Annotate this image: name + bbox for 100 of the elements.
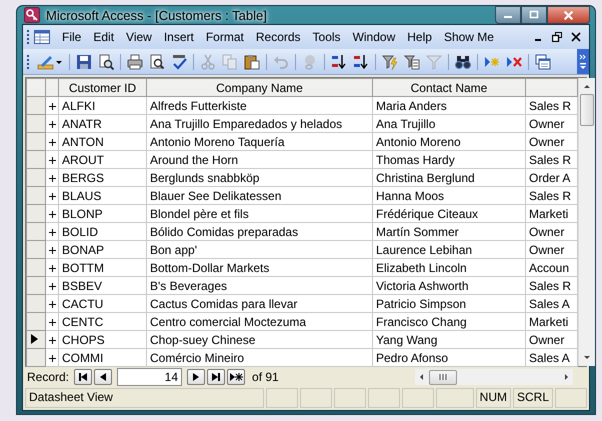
table-cell: Christina Berglund [372,168,526,186]
sort-descending-icon[interactable] [353,54,369,70]
expand-icon[interactable] [49,318,56,326]
status-pane [402,388,434,408]
record-label: Record: [27,370,70,384]
print-icon[interactable] [127,54,143,70]
table-cell: BLAUS [58,186,146,204]
table-cell: Centro comercial Moctezuma [146,312,372,330]
horizontal-scrollbar[interactable] [415,369,573,385]
menu-item[interactable]: Tools [306,28,347,46]
table-cell: CHOPS [58,330,146,348]
table-cell: BERGS [58,168,146,186]
first-record-button[interactable] [74,369,92,385]
table-cell: Yang Wang [372,330,526,348]
table-cell: BOLID [58,222,146,240]
grip-icon[interactable] [438,374,448,380]
paste-icon[interactable] [244,54,260,70]
maximize-button[interactable] [521,6,547,24]
table-cell: Bólido Comidas preparadas [146,222,372,240]
expand-icon[interactable] [49,246,56,254]
maximize-icon [529,10,539,20]
print-preview-icon[interactable] [149,54,165,70]
menu-item[interactable]: View [120,28,158,46]
filter-lightning-icon[interactable] [382,54,398,70]
column-header[interactable]: Customer ID [58,78,146,96]
menu-item[interactable]: Help [401,28,438,46]
table-cell: Around the Horn [146,150,372,168]
table-cell: Ana Trujillo Emparedados y helados [146,114,372,132]
expand-icon[interactable] [49,228,56,236]
record-count: of 91 [252,370,279,384]
status-indicator: SCRL [512,388,553,408]
vertical-scrollbar[interactable] [578,78,595,366]
record-number-field[interactable]: 14 [117,368,182,386]
menu-item[interactable]: Window [346,28,402,46]
close-button[interactable] [547,6,590,24]
table-cell: Frédérique Citeaux [372,204,526,222]
menu-item[interactable]: Format [200,28,250,46]
toolbar-options-button[interactable] [577,49,589,74]
table-cell: Bottom-Dollar Markets [146,258,372,276]
expand-icon[interactable] [49,300,56,308]
status-pane [436,388,474,408]
table-cell: Thomas Hardy [372,150,526,168]
previous-record-button[interactable] [94,369,112,385]
next-record-button[interactable] [187,369,206,385]
ruler-pencil-icon[interactable] [37,54,63,70]
status-pane [266,388,298,408]
expand-icon[interactable] [49,120,56,128]
filter-form-icon[interactable] [404,54,420,70]
expand-icon[interactable] [49,264,56,272]
expand-icon[interactable] [49,174,56,182]
save-icon[interactable] [76,54,92,70]
expand-icon[interactable] [49,354,56,362]
expand-icon[interactable] [49,282,56,290]
status-pane [368,388,400,408]
table-cell: Antonio Moreno Taquería [146,132,372,150]
minimize-button[interactable] [495,6,521,24]
select-all-cell[interactable] [26,78,46,96]
expand-icon[interactable] [49,156,56,164]
table-cell: BLONP [58,204,146,222]
table-cell: ANATR [58,114,146,132]
previous-icon [98,372,108,382]
new-record-button[interactable] [227,369,246,385]
sort-ascending-icon[interactable] [331,54,347,70]
last-record-button[interactable] [207,369,226,385]
table-cell: ANTON [58,132,146,150]
expand-icon[interactable] [49,102,56,110]
column-header[interactable]: Company Name [146,78,372,96]
expand-icon[interactable] [49,138,56,146]
restore-icon[interactable] [552,32,562,42]
table-cell: COMMI [58,348,146,366]
expand-icon[interactable] [49,210,56,218]
menu-item[interactable]: Show Me [438,28,500,46]
table-cell: ALFKI [58,96,146,114]
close-icon[interactable] [571,32,581,42]
status-text: Datasheet View [25,388,264,408]
binoculars-icon[interactable] [455,54,471,70]
database-window-icon[interactable] [535,54,551,70]
expand-icon[interactable] [49,192,56,200]
table-cell: BSBEV [58,276,146,294]
record-selector[interactable] [26,330,46,348]
menu-item[interactable]: Records [250,28,307,46]
first-icon [78,372,88,382]
table-cell: Hanna Moos [372,186,526,204]
menu-item[interactable]: Insert [158,28,200,46]
table-cell: Pedro Afonso [372,348,526,366]
table-cell: AROUT [58,150,146,168]
scroll-thumb[interactable] [580,94,594,126]
table-icon[interactable] [34,30,50,44]
status-indicator: NUM [476,388,511,408]
menu-item[interactable]: Edit [87,28,120,46]
table-cell: Martín Sommer [372,222,526,240]
menu-item[interactable]: File [56,28,88,46]
table-cell: Victoria Ashworth [372,276,526,294]
expand-icon[interactable] [49,336,56,344]
file-search-icon[interactable] [98,54,114,70]
table-cell: Blauer See Delikatessen [146,186,372,204]
spelling-check-icon[interactable] [171,54,187,70]
table-cell: Laurence Lebihan [372,240,526,258]
column-header[interactable]: Contact Name [372,78,526,96]
table-cell: B's Beverages [146,276,372,294]
